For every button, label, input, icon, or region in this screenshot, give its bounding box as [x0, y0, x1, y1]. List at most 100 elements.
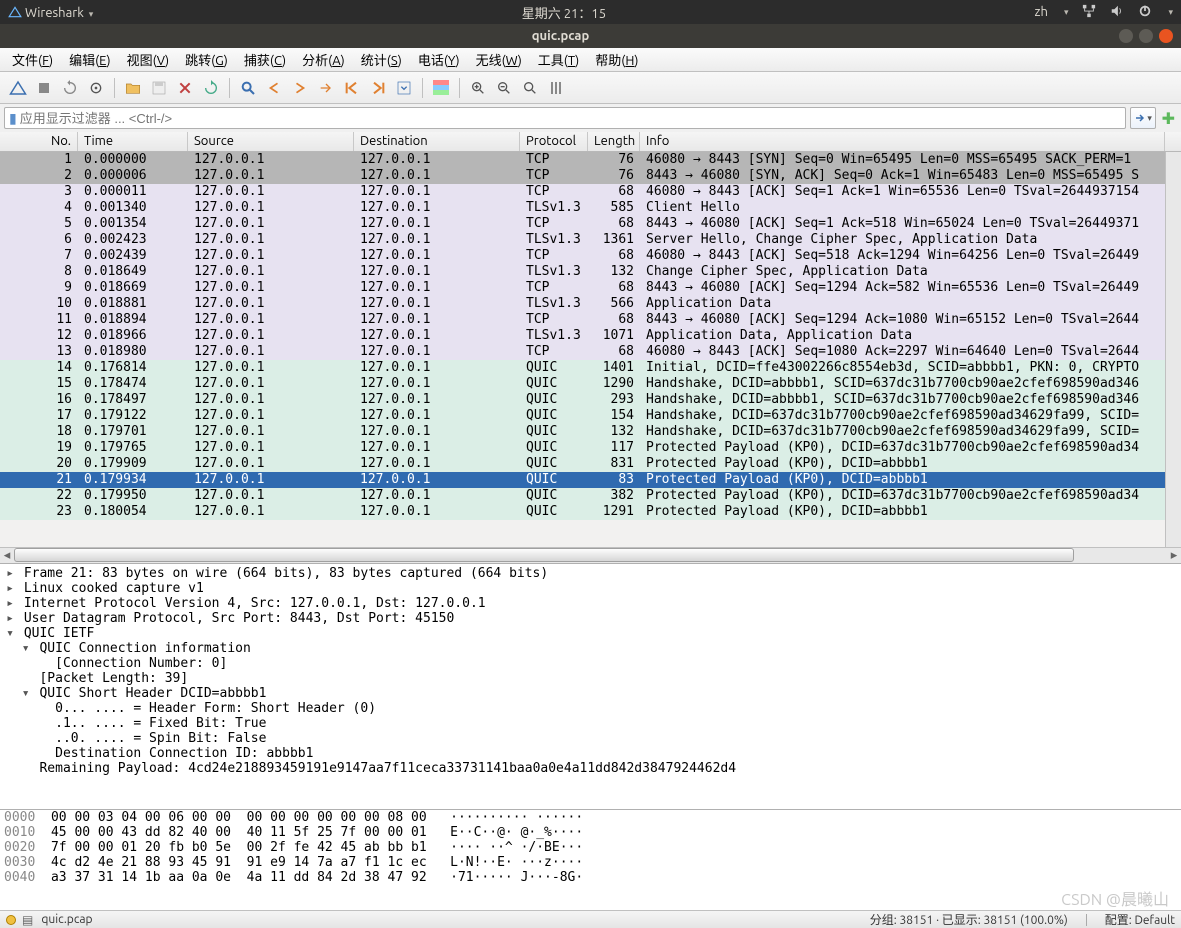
detail-line[interactable]: Destination Connection ID: abbbb1 [0, 746, 1181, 761]
col-length[interactable]: Length [588, 132, 640, 151]
detail-line[interactable]: ▾ QUIC Connection information [0, 641, 1181, 656]
system-clock[interactable]: 星期六 21：15 [93, 3, 1034, 22]
packet-row[interactable]: 150.178474127.0.0.1127.0.0.1QUIC1290Hand… [0, 376, 1165, 392]
power-icon[interactable] [1138, 4, 1152, 21]
capture-file-properties-icon[interactable]: ▤ [22, 913, 33, 927]
detail-line[interactable]: ▸ Internet Protocol Version 4, Src: 127.… [0, 596, 1181, 611]
close-file-icon[interactable] [173, 76, 197, 100]
detail-line[interactable]: [Packet Length: 39] [0, 671, 1181, 686]
packet-row[interactable]: 120.018966127.0.0.1127.0.0.1TLSv1.31071A… [0, 328, 1165, 344]
detail-line[interactable]: ▾ QUIC Short Header DCID=abbbb1 [0, 686, 1181, 701]
lang-indicator[interactable]: zh [1035, 5, 1048, 19]
go-first-icon[interactable] [340, 76, 364, 100]
packet-bytes-pane[interactable]: 0000 00 00 03 04 00 06 00 00 00 00 00 00… [0, 810, 1181, 910]
hex-row[interactable]: 0030 4c d2 4e 21 88 93 45 91 91 e9 14 7a… [0, 855, 1181, 870]
save-file-icon[interactable] [147, 76, 171, 100]
hex-row[interactable]: 0010 45 00 00 43 dd 82 40 00 40 11 5f 25… [0, 825, 1181, 840]
packet-row[interactable]: 60.002423127.0.0.1127.0.0.1TLSv1.31361Se… [0, 232, 1165, 248]
packet-row[interactable]: 170.179122127.0.0.1127.0.0.1QUIC154Hands… [0, 408, 1165, 424]
packet-row[interactable]: 110.018894127.0.0.1127.0.0.1TCP688443 → … [0, 312, 1165, 328]
detail-line[interactable]: Remaining Payload: 4cd24e218893459191e91… [0, 761, 1181, 776]
packet-row[interactable]: 140.176814127.0.0.1127.0.0.1QUIC1401Init… [0, 360, 1165, 376]
col-source[interactable]: Source [188, 132, 354, 151]
colorize-icon[interactable] [429, 76, 453, 100]
network-icon[interactable] [1082, 4, 1096, 21]
menu-跳转[interactable]: 跳转(G) [177, 48, 236, 71]
col-time[interactable]: Time [78, 132, 188, 151]
resize-columns-icon[interactable] [544, 76, 568, 100]
packet-row[interactable]: 100.018881127.0.0.1127.0.0.1TLSv1.3566Ap… [0, 296, 1165, 312]
vertical-scrollbar[interactable] [1165, 152, 1181, 547]
col-protocol[interactable]: Protocol [520, 132, 588, 151]
detail-line[interactable]: ▸ Frame 21: 83 bytes on wire (664 bits),… [0, 566, 1181, 581]
col-no[interactable]: No. [0, 132, 78, 151]
close-button[interactable] [1159, 29, 1173, 43]
packet-row[interactable]: 210.179934127.0.0.1127.0.0.1QUIC83Protec… [0, 472, 1165, 488]
hex-row[interactable]: 0020 7f 00 00 01 20 fb b0 5e 00 2f fe 42… [0, 840, 1181, 855]
menu-电话[interactable]: 电话(Y) [410, 48, 468, 71]
packet-row[interactable]: 30.000011127.0.0.1127.0.0.1TCP6846080 → … [0, 184, 1165, 200]
auto-scroll-icon[interactable] [392, 76, 416, 100]
detail-line[interactable]: ▸ User Datagram Protocol, Src Port: 8443… [0, 611, 1181, 626]
detail-line[interactable]: [Connection Number: 0] [0, 656, 1181, 671]
app-menu[interactable]: Wireshark ▾ [8, 5, 93, 20]
packet-row[interactable]: 20.000006127.0.0.1127.0.0.1TCP768443 → 4… [0, 168, 1165, 184]
bookmark-icon[interactable]: ▮ [9, 110, 17, 127]
packet-row[interactable]: 200.179909127.0.0.1127.0.0.1QUIC831Prote… [0, 456, 1165, 472]
menu-视图[interactable]: 视图(V) [119, 48, 177, 71]
stop-capture-icon[interactable] [32, 76, 56, 100]
menu-文件[interactable]: 文件(F) [4, 48, 61, 71]
packet-row[interactable]: 230.180054127.0.0.1127.0.0.1QUIC1291Prot… [0, 504, 1165, 520]
go-forward-icon[interactable] [288, 76, 312, 100]
packet-row[interactable]: 50.001354127.0.0.1127.0.0.1TCP688443 → 4… [0, 216, 1165, 232]
menu-无线[interactable]: 无线(W) [468, 48, 530, 71]
minimize-button[interactable] [1119, 29, 1133, 43]
hex-row[interactable]: 0000 00 00 03 04 00 06 00 00 00 00 00 00… [0, 810, 1181, 825]
packet-row[interactable]: 220.179950127.0.0.1127.0.0.1QUIC382Prote… [0, 488, 1165, 504]
detail-line[interactable]: ▾ QUIC IETF [0, 626, 1181, 641]
zoom-in-icon[interactable] [466, 76, 490, 100]
zoom-reset-icon[interactable] [518, 76, 542, 100]
packet-list-header[interactable]: No. Time Source Destination Protocol Len… [0, 132, 1181, 152]
horizontal-scrollbar[interactable]: ◂ ▸ [0, 547, 1181, 563]
maximize-button[interactable] [1139, 29, 1153, 43]
status-profile[interactable]: 配置: Default [1105, 911, 1175, 928]
packet-row[interactable]: 160.178497127.0.0.1127.0.0.1QUIC293Hands… [0, 392, 1165, 408]
packet-row[interactable]: 40.001340127.0.0.1127.0.0.1TLSv1.3585Cli… [0, 200, 1165, 216]
menu-编辑[interactable]: 编辑(E) [61, 48, 119, 71]
menu-工具[interactable]: 工具(T) [530, 48, 587, 71]
display-filter-input[interactable] [20, 111, 1121, 126]
expert-info-icon[interactable] [6, 915, 16, 925]
menu-捕获[interactable]: 捕获(C) [236, 48, 294, 71]
detail-line[interactable]: 0... .... = Header Form: Short Header (0… [0, 701, 1181, 716]
detail-line[interactable]: ..0. .... = Spin Bit: False [0, 731, 1181, 746]
packet-row[interactable]: 70.002439127.0.0.1127.0.0.1TCP6846080 → … [0, 248, 1165, 264]
go-to-packet-icon[interactable] [314, 76, 338, 100]
menu-分析[interactable]: 分析(A) [294, 48, 353, 71]
capture-options-icon[interactable] [84, 76, 108, 100]
apply-filter-button[interactable]: ▾ [1130, 107, 1156, 129]
packet-row[interactable]: 90.018669127.0.0.1127.0.0.1TCP688443 → 4… [0, 280, 1165, 296]
packet-row[interactable]: 130.018980127.0.0.1127.0.0.1TCP6846080 →… [0, 344, 1165, 360]
detail-line[interactable]: ▸ Linux cooked capture v1 [0, 581, 1181, 596]
packet-list-body[interactable]: 10.000000127.0.0.1127.0.0.1TCP7646080 → … [0, 152, 1165, 547]
col-info[interactable]: Info [640, 132, 1165, 151]
volume-icon[interactable] [1110, 4, 1124, 21]
packet-row[interactable]: 180.179701127.0.0.1127.0.0.1QUIC132Hands… [0, 424, 1165, 440]
zoom-out-icon[interactable] [492, 76, 516, 100]
packet-row[interactable]: 190.179765127.0.0.1127.0.0.1QUIC117Prote… [0, 440, 1165, 456]
open-file-icon[interactable] [121, 76, 145, 100]
detail-line[interactable]: .1.. .... = Fixed Bit: True [0, 716, 1181, 731]
shark-fin-icon[interactable] [6, 76, 30, 100]
restart-capture-icon[interactable] [58, 76, 82, 100]
hex-row[interactable]: 0040 a3 37 31 14 1b aa 0a 0e 4a 11 dd 84… [0, 870, 1181, 885]
go-last-icon[interactable] [366, 76, 390, 100]
packet-row[interactable]: 80.018649127.0.0.1127.0.0.1TLSv1.3132Cha… [0, 264, 1165, 280]
go-back-icon[interactable] [262, 76, 286, 100]
display-filter-input-wrapper[interactable]: ▮ [4, 107, 1126, 129]
packet-details-pane[interactable]: ▸ Frame 21: 83 bytes on wire (664 bits),… [0, 564, 1181, 810]
find-icon[interactable] [236, 76, 260, 100]
packet-row[interactable]: 10.000000127.0.0.1127.0.0.1TCP7646080 → … [0, 152, 1165, 168]
col-destination[interactable]: Destination [354, 132, 520, 151]
reload-icon[interactable] [199, 76, 223, 100]
